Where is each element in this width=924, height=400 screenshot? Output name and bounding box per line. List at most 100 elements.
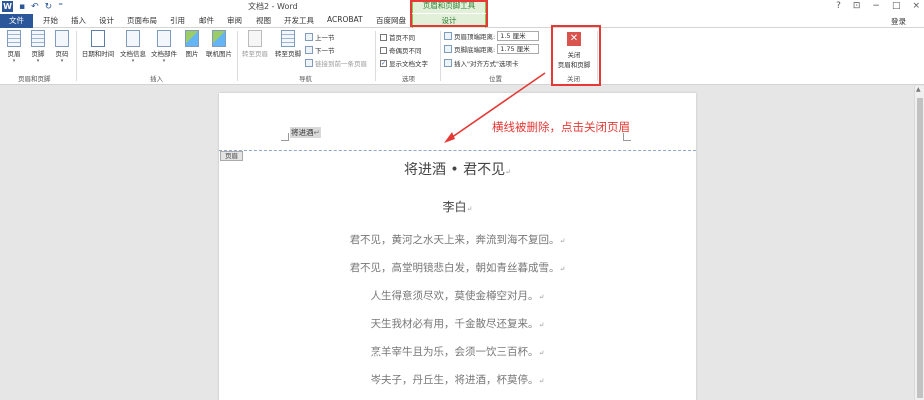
scroll-up-icon[interactable]: ▲ xyxy=(916,86,921,93)
next-section-button[interactable]: 下一节 xyxy=(305,45,335,55)
save-icon[interactable]: ▪ xyxy=(19,2,25,12)
goto-footer-label: 转至页脚 xyxy=(275,50,301,58)
date-time-button[interactable]: 日期和时间 xyxy=(79,30,117,58)
group-divider xyxy=(375,31,376,81)
paragraph-mark: ↵ xyxy=(538,377,545,385)
poem-author-text: 李白 xyxy=(442,200,467,214)
page-number-button[interactable]: 页码 ▾ xyxy=(52,30,72,64)
tab-insert[interactable]: 插入 xyxy=(71,15,86,26)
page-number-button-label: 页码 xyxy=(55,50,69,58)
group-label-insert: 插入 xyxy=(150,75,163,83)
login-link[interactable]: 登录 xyxy=(891,16,906,27)
paragraph-mark: ↵ xyxy=(538,321,545,329)
chevron-down-icon: ▾ xyxy=(36,58,40,64)
different-first-page-option[interactable]: 首页不同 xyxy=(380,32,415,42)
document-info-button[interactable]: 文档信息 ▾ xyxy=(118,30,148,64)
document-info-icon xyxy=(126,30,140,47)
show-document-text-checkbox[interactable]: ✓ xyxy=(380,59,387,67)
insert-alignment-tab-label: 插入"对齐方式"选项卡 xyxy=(454,60,519,68)
help-icon[interactable]: ? xyxy=(836,1,841,11)
poem-author: 李白↵ xyxy=(219,198,696,215)
group-label-options: 选项 xyxy=(402,75,415,83)
header-distance-label: 页眉顶端距离: xyxy=(454,33,496,41)
tab-home[interactable]: 开始 xyxy=(43,15,58,26)
tab-references[interactable]: 引用 xyxy=(170,15,185,26)
close-window-icon[interactable]: × xyxy=(912,1,920,11)
paragraph-mark: ↵ xyxy=(313,128,320,137)
online-picture-button[interactable]: 联机图片 xyxy=(203,30,235,58)
maximize-icon[interactable]: □ xyxy=(892,1,901,11)
quick-parts-button[interactable]: 文档部件 ▾ xyxy=(149,30,179,64)
poem-line: 岑夫子，丹丘生，将进酒，杯莫停。↵ xyxy=(219,372,696,387)
customize-qat-icon[interactable]: ⁼ xyxy=(58,2,63,12)
alignment-tab-icon xyxy=(444,59,452,67)
header-distance-input[interactable]: 1.5 厘米 xyxy=(497,31,540,41)
poem-line: 君不见，高堂明镜悲白发，朝如青丝暮成雪。↵ xyxy=(219,260,696,275)
tab-developer[interactable]: 开发工具 xyxy=(284,15,314,26)
annotation-text: 横线被删除，点击关闭页眉 xyxy=(492,120,630,134)
paragraph-mark: ↵ xyxy=(538,293,545,301)
previous-section-icon xyxy=(305,33,313,41)
link-icon xyxy=(305,59,313,67)
minimize-icon[interactable]: − xyxy=(872,1,880,11)
header-boundary-line xyxy=(219,150,696,151)
next-section-icon xyxy=(305,46,313,54)
online-picture-label: 联机图片 xyxy=(206,50,232,58)
page-number-icon xyxy=(55,30,69,47)
tab-acrobat[interactable]: ACROBAT xyxy=(327,15,363,24)
undo-icon[interactable]: ↶ xyxy=(31,2,39,12)
link-to-previous-button[interactable]: 链接到前一条页眉 xyxy=(305,58,367,68)
chevron-down-icon: ▾ xyxy=(131,58,135,64)
previous-section-button[interactable]: 上一节 xyxy=(305,32,335,42)
picture-button[interactable]: 图片 xyxy=(182,30,202,58)
goto-footer-button[interactable]: 转至页脚 xyxy=(272,30,304,58)
margin-corner-mark xyxy=(281,133,289,141)
vertical-scrollbar[interactable]: ▲ xyxy=(914,86,924,400)
footer-button[interactable]: 页脚 ▾ xyxy=(28,30,48,64)
footer-distance-row: 页脚底端距离: 1.75 厘米 xyxy=(444,44,540,54)
window-controls: ? ⊡ − □ × xyxy=(836,1,920,11)
header-button[interactable]: 页眉 ▾ xyxy=(4,30,24,64)
footer-distance-icon xyxy=(444,45,452,53)
tab-file[interactable]: 文件 xyxy=(0,14,33,28)
tab-baidu-netdisk[interactable]: 百度网盘 xyxy=(376,15,406,26)
footer-distance-input[interactable]: 1.75 厘米 xyxy=(497,44,540,54)
redo-icon[interactable]: ↻ xyxy=(45,2,53,12)
word-logo-icon[interactable]: W xyxy=(2,1,13,12)
tab-review[interactable]: 审阅 xyxy=(227,15,242,26)
scrollbar-thumb[interactable] xyxy=(917,98,923,398)
ribbon: 页眉 ▾ 页脚 ▾ 页码 ▾ 页眉和页脚 日期和时间 文档信息 ▾ 文档部件 ▾… xyxy=(0,28,924,85)
different-first-page-checkbox[interactable] xyxy=(380,33,387,41)
tab-mailings[interactable]: 邮件 xyxy=(199,15,214,26)
poem-line-text: 人生得意须尽欢，莫使金樽空对月。 xyxy=(370,290,539,302)
ribbon-display-icon[interactable]: ⊡ xyxy=(853,1,861,11)
goto-header-icon xyxy=(248,30,262,47)
poem-line: 烹羊宰牛且为乐，会须一饮三百杯。↵ xyxy=(219,344,696,359)
footer-icon xyxy=(31,30,45,47)
picture-icon xyxy=(185,30,199,47)
link-to-previous-label: 链接到前一条页眉 xyxy=(315,60,367,68)
show-document-text-option[interactable]: ✓ 显示文档文字 xyxy=(380,58,428,68)
header-text[interactable]: 将进酒↵ xyxy=(290,127,321,138)
group-label-navigation: 导航 xyxy=(299,75,312,83)
highlight-close-button xyxy=(551,25,601,86)
next-section-label: 下一节 xyxy=(315,47,335,55)
tab-design[interactable]: 设计 xyxy=(99,15,114,26)
header-distance-row: 页眉顶端距离: 1.5 厘米 xyxy=(444,31,540,41)
tab-view[interactable]: 视图 xyxy=(256,15,271,26)
different-odd-even-option[interactable]: 奇偶页不同 xyxy=(380,45,422,55)
different-odd-even-label: 奇偶页不同 xyxy=(389,47,422,55)
goto-header-label: 转至页眉 xyxy=(242,50,268,58)
group-label-header-footer: 页眉和页脚 xyxy=(18,75,51,83)
goto-footer-icon xyxy=(281,30,295,47)
different-odd-even-checkbox[interactable] xyxy=(380,46,387,54)
insert-alignment-tab-button[interactable]: 插入"对齐方式"选项卡 xyxy=(444,58,518,68)
tab-page-layout[interactable]: 页面布局 xyxy=(127,15,157,26)
poem-line-text: 烹羊宰牛且为乐，会须一饮三百杯。 xyxy=(370,346,539,358)
goto-header-button[interactable]: 转至页眉 xyxy=(239,30,271,58)
highlight-context-tab xyxy=(410,0,488,27)
quick-access-toolbar: W ▪ ↶ ↻ ⁼ xyxy=(2,1,63,12)
document-page[interactable]: 将进酒↵ 页眉 将进酒 • 君不见↵ 李白↵ 君不见，黄河之水天上来，奔流到海不… xyxy=(219,93,696,400)
header-icon xyxy=(7,30,21,47)
paragraph-mark: ↵ xyxy=(505,168,512,176)
